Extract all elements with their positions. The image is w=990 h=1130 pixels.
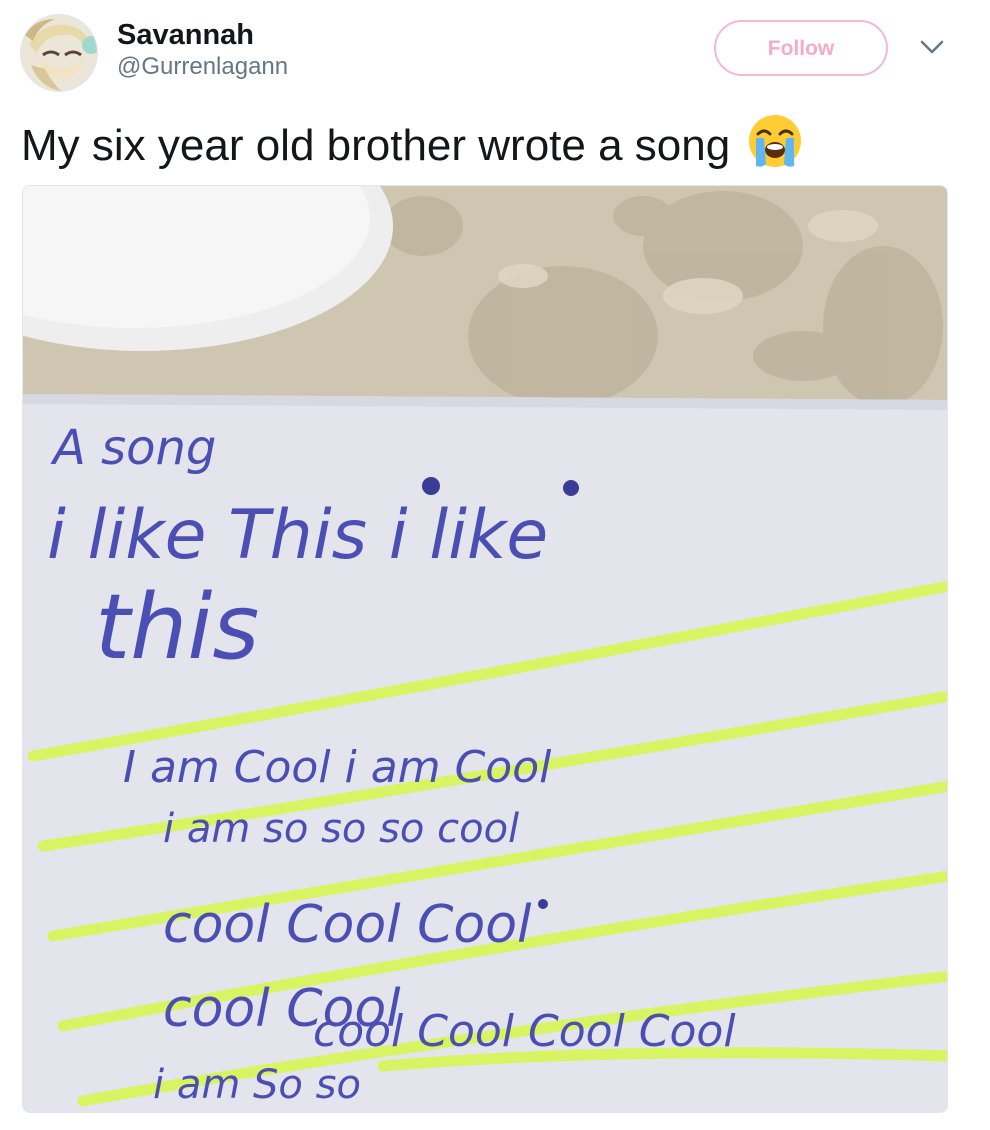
song-line-2: this (95, 575, 259, 680)
chevron-down-icon[interactable] (918, 36, 946, 58)
song-line-5: cool Cool Cool (163, 895, 532, 955)
song-line-4: i am so so so cool (163, 806, 519, 852)
loudly-crying-face-emoji (746, 112, 804, 170)
follow-button[interactable]: Follow (714, 20, 888, 76)
tweet-text-content: My six year old brother wrote a song (21, 121, 731, 170)
song-line-7: cool Cool Cool Cool (313, 1006, 736, 1057)
user-name-block[interactable]: Savannah @Gurrenlagann (117, 18, 288, 82)
tweet-text: My six year old brother wrote a song (21, 112, 804, 176)
song-line-1: i like This i like (47, 496, 548, 575)
song-title: A song (50, 420, 216, 476)
tweet-header: Savannah @Gurrenlagann Follow (20, 14, 970, 94)
song-line-3: I am Cool i am Cool (123, 742, 552, 793)
tweet-photo[interactable]: A song i like This i like this I am Cool… (22, 185, 948, 1113)
user-handle[interactable]: @Gurrenlagann (117, 52, 288, 82)
display-name[interactable]: Savannah (117, 18, 288, 52)
song-line-8: i am So so (153, 1062, 361, 1108)
avatar[interactable] (20, 14, 98, 92)
